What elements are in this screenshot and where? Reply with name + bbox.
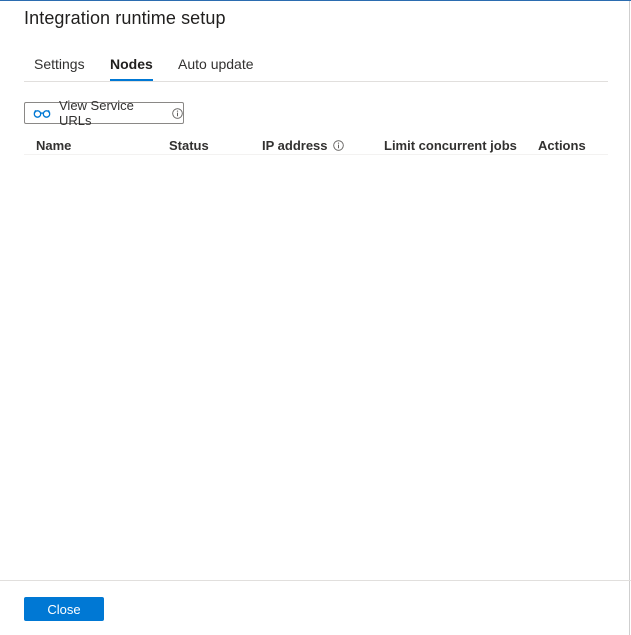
column-header-ip-address: IP address <box>262 138 344 153</box>
page-title: Integration runtime setup <box>24 8 226 28</box>
glasses-icon <box>33 107 51 119</box>
column-header-name: Name <box>36 138 72 153</box>
nodes-table-header: Name Status IP address Limit concurrent … <box>24 136 608 155</box>
close-button[interactable]: Close <box>24 597 104 621</box>
column-header-ip-address-label: IP address <box>262 138 328 153</box>
top-accent-line <box>0 0 631 1</box>
view-service-urls-button[interactable]: View Service URLs <box>24 98 184 128</box>
view-service-urls-label: View Service URLs <box>59 98 134 128</box>
tab-settings[interactable]: Settings <box>34 56 85 72</box>
info-icon[interactable] <box>172 107 183 119</box>
column-header-limit-concurrent-jobs: Limit concurrent jobs <box>384 138 517 153</box>
integration-runtime-setup-panel: Integration runtime setup Settings Nodes… <box>0 0 631 635</box>
tab-bar: Settings Nodes Auto update <box>24 48 608 82</box>
tab-nodes[interactable]: Nodes <box>110 56 153 81</box>
active-tab-indicator <box>110 79 153 81</box>
tab-auto-update[interactable]: Auto update <box>178 56 254 72</box>
ip-address-info-icon[interactable] <box>332 140 344 151</box>
column-header-status: Status <box>169 138 209 153</box>
tab-nodes-label: Nodes <box>110 56 153 72</box>
column-header-actions: Actions <box>538 138 586 153</box>
footer-divider <box>0 580 631 581</box>
